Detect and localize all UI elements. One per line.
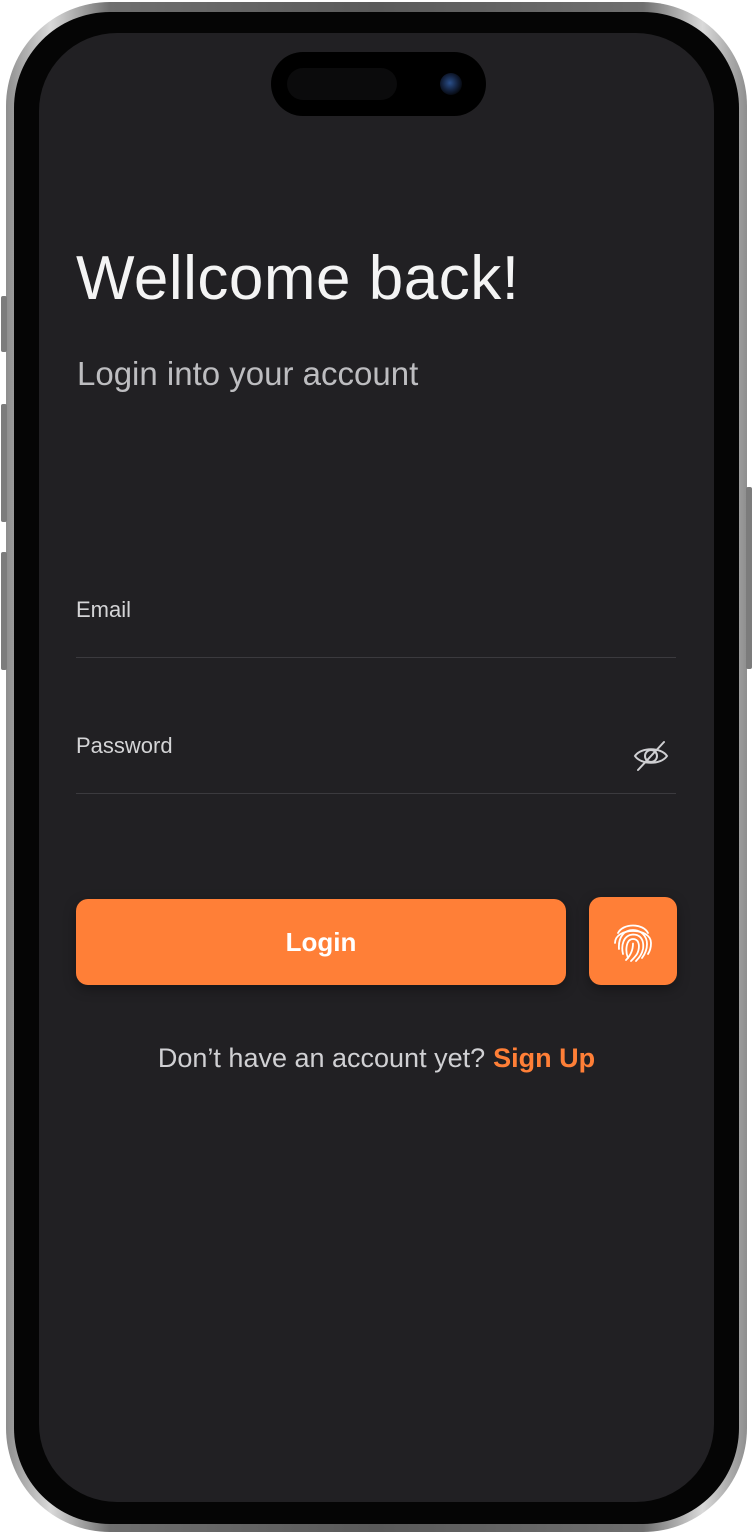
page-title: Wellcome back!	[76, 244, 520, 313]
login-button[interactable]: Login	[76, 899, 566, 985]
login-screen: Wellcome back! Login into your account L…	[39, 33, 714, 1502]
email-field-container	[76, 567, 676, 658]
email-field[interactable]	[76, 567, 616, 653]
signup-prompt: Don’t have an account yet?	[157, 1043, 486, 1073]
volume-up-button	[1, 404, 7, 522]
password-field-container	[76, 703, 676, 794]
volume-down-button	[1, 552, 7, 670]
password-field[interactable]	[76, 703, 616, 789]
signup-row: Don’t have an account yet? Sign Up	[39, 1043, 714, 1074]
dynamic-island	[271, 52, 486, 116]
page-subtitle: Login into your account	[77, 355, 419, 392]
fingerprint-icon	[614, 924, 652, 962]
fingerprint-login-button[interactable]	[589, 897, 677, 985]
signup-link[interactable]: Sign Up	[493, 1043, 595, 1073]
front-camera-icon	[440, 73, 462, 95]
face-id-sensor	[287, 68, 397, 100]
power-button	[746, 487, 752, 669]
mute-switch	[1, 296, 7, 352]
eye-slash-icon[interactable]	[632, 737, 670, 775]
